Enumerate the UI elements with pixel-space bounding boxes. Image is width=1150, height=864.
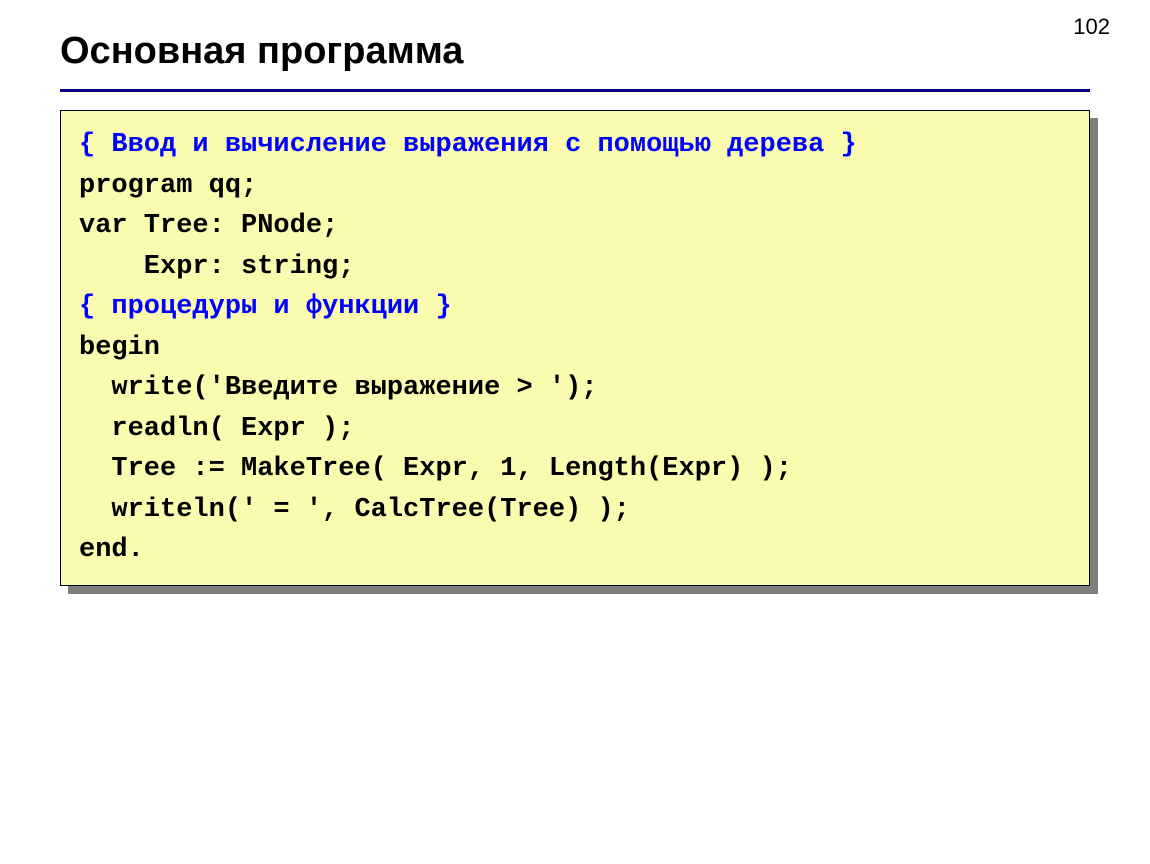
title-rule: [60, 89, 1090, 92]
code-line-readln: readln( Expr );: [79, 414, 354, 444]
code-line-end: end.: [79, 535, 144, 565]
code-line-tree: Tree := MakeTree( Expr, 1, Length(Expr) …: [79, 454, 792, 484]
code-comment-2: { процедуры и функции }: [79, 292, 452, 322]
code-line-writeln: writeln(' = ', CalcTree(Tree) );: [79, 495, 630, 525]
slide: 102 Основная программа { Ввод и вычислен…: [0, 0, 1150, 864]
code-line-write: write('Введите выражение > ');: [79, 373, 597, 403]
code-block-wrapper: { Ввод и вычисление выражения с помощью …: [60, 110, 1090, 586]
code-line-var2: Expr: string;: [79, 252, 354, 282]
page-number: 102: [1073, 14, 1110, 40]
code-line-program: program qq;: [79, 171, 257, 201]
code-line-begin: begin: [79, 333, 160, 363]
code-line-var1: var Tree: PNode;: [79, 211, 338, 241]
slide-title: Основная программа: [60, 30, 1090, 81]
code-block: { Ввод и вычисление выражения с помощью …: [60, 110, 1090, 586]
code-comment-1: { Ввод и вычисление выражения с помощью …: [79, 130, 857, 160]
